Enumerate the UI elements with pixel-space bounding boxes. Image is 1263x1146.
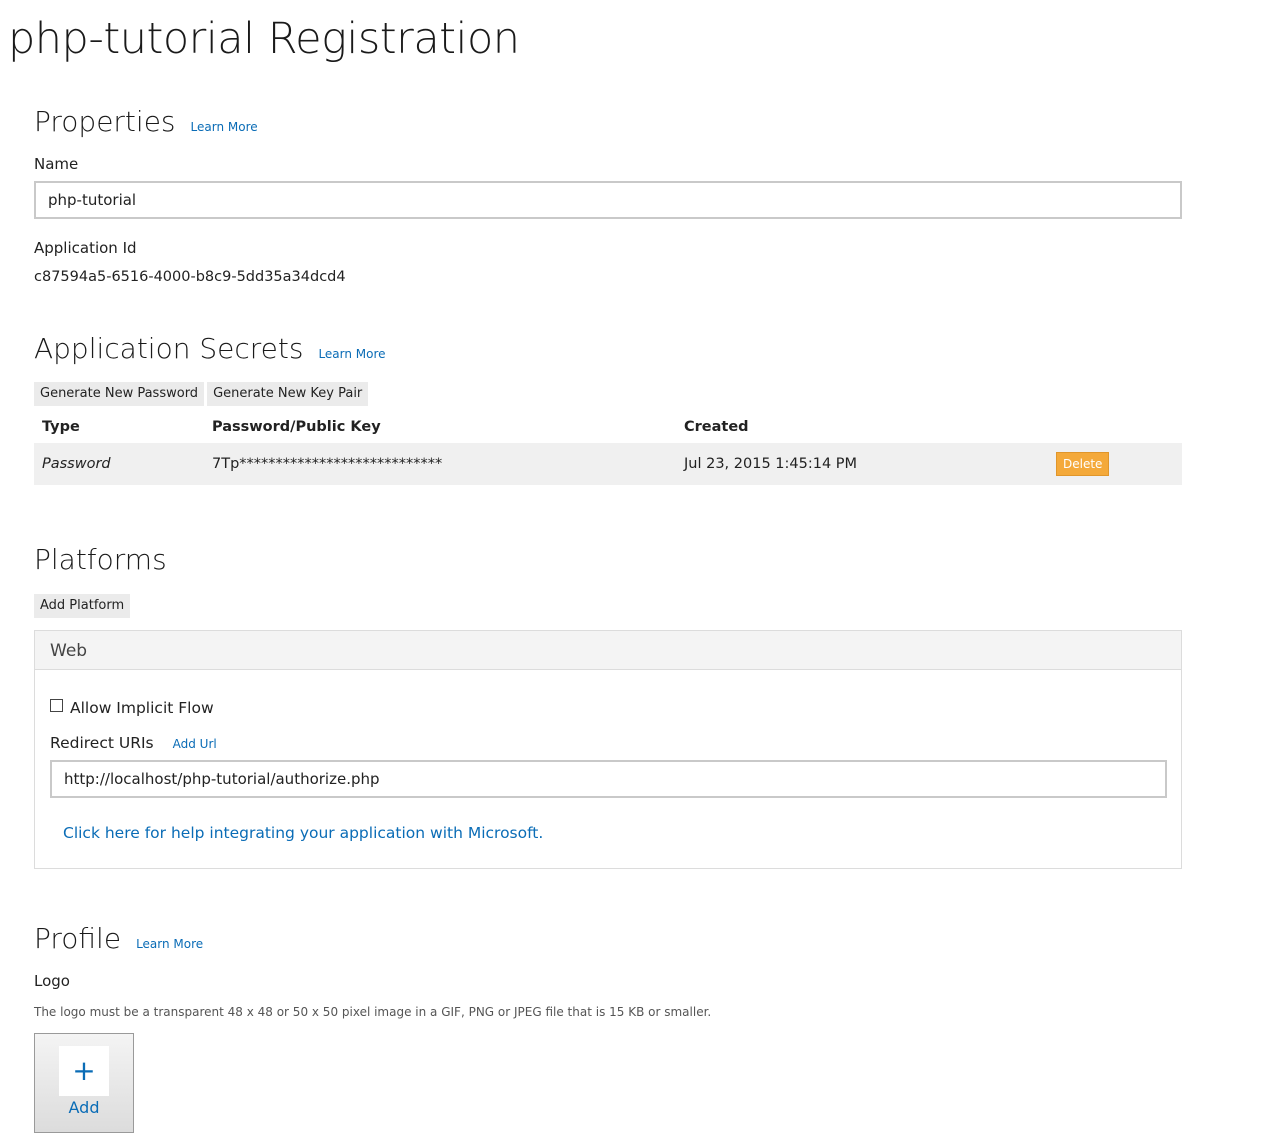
logo-hint: The logo must be a transparent 48 x 48 o…	[34, 1005, 712, 1019]
platforms-title: Platforms	[34, 543, 167, 576]
properties-section: Properties Learn More	[34, 104, 1182, 140]
application-id-label: Application Id	[34, 239, 137, 257]
secret-created-cell: Jul 23, 2015 1:45:14 PM	[676, 443, 1048, 485]
secret-key-cell: 7Tp****************************	[204, 443, 676, 485]
redirect-uri-input[interactable]: http://localhost/php-tutorial/authorize.…	[50, 760, 1167, 798]
secrets-title: Application Secrets	[34, 332, 304, 365]
secrets-table: Type Password/Public Key Created Passwor…	[34, 411, 1182, 485]
redirect-uris-label: Redirect URIs	[50, 734, 154, 752]
redirect-uris-row: Redirect URIs Add Url	[50, 733, 217, 753]
secrets-table-wrap: Type Password/Public Key Created Passwor…	[34, 411, 1182, 485]
secrets-learn-more-link[interactable]: Learn More	[318, 347, 385, 361]
logo-plus-box: +	[59, 1046, 109, 1096]
add-platform-button[interactable]: Add Platform	[34, 594, 131, 618]
platforms-toolbar: Add Platform	[34, 594, 1182, 618]
web-panel-title: Web	[35, 631, 1181, 670]
plus-icon: +	[72, 1054, 96, 1087]
logo-label: Logo	[34, 972, 70, 990]
secrets-table-header: Type Password/Public Key Created	[34, 411, 1182, 443]
secret-type-cell: Password	[34, 443, 204, 485]
delete-secret-button[interactable]: Delete	[1056, 452, 1110, 476]
column-header-created: Created	[684, 419, 749, 435]
profile-title: Profile	[34, 922, 122, 955]
platforms-section: Platforms	[34, 542, 1182, 578]
allow-implicit-flow-checkbox[interactable]	[50, 699, 63, 712]
web-platform-panel: Web Allow Implicit Flow Redirect URIs Ad…	[34, 630, 1182, 869]
generate-new-password-button[interactable]: Generate New Password	[34, 382, 205, 406]
integration-help-link[interactable]: Click here for help integrating your app…	[63, 824, 543, 842]
properties-title: Properties	[34, 105, 176, 138]
secret-actions-cell: Delete	[1048, 443, 1182, 485]
add-url-link[interactable]: Add Url	[173, 737, 217, 751]
column-header-type: Type	[42, 419, 80, 435]
allow-implicit-flow-label: Allow Implicit Flow	[70, 699, 214, 717]
add-logo-label: Add	[68, 1098, 100, 1117]
name-input[interactable]: php-tutorial	[34, 181, 1182, 219]
secrets-section: Application Secrets Learn More	[34, 331, 1182, 367]
column-header-key: Password/Public Key	[212, 419, 381, 435]
application-id-value: c87594a5-6516-4000-b8c9-5dd35a34dcd4	[34, 269, 346, 285]
table-row: Password 7Tp****************************…	[34, 443, 1182, 485]
page-title: php-tutorial Registration	[8, 14, 520, 64]
profile-section: Profile Learn More	[34, 921, 1182, 957]
properties-learn-more-link[interactable]: Learn More	[191, 120, 258, 134]
column-header-actions	[1048, 411, 1182, 443]
generate-new-key-pair-button[interactable]: Generate New Key Pair	[207, 382, 369, 406]
profile-learn-more-link[interactable]: Learn More	[136, 937, 203, 951]
secrets-toolbar: Generate New Password Generate New Key Pa…	[34, 382, 1182, 406]
add-logo-button[interactable]: + Add	[34, 1033, 134, 1133]
registration-page: php-tutorial Registration Properties Lea…	[0, 0, 1263, 1146]
name-label: Name	[34, 155, 79, 173]
